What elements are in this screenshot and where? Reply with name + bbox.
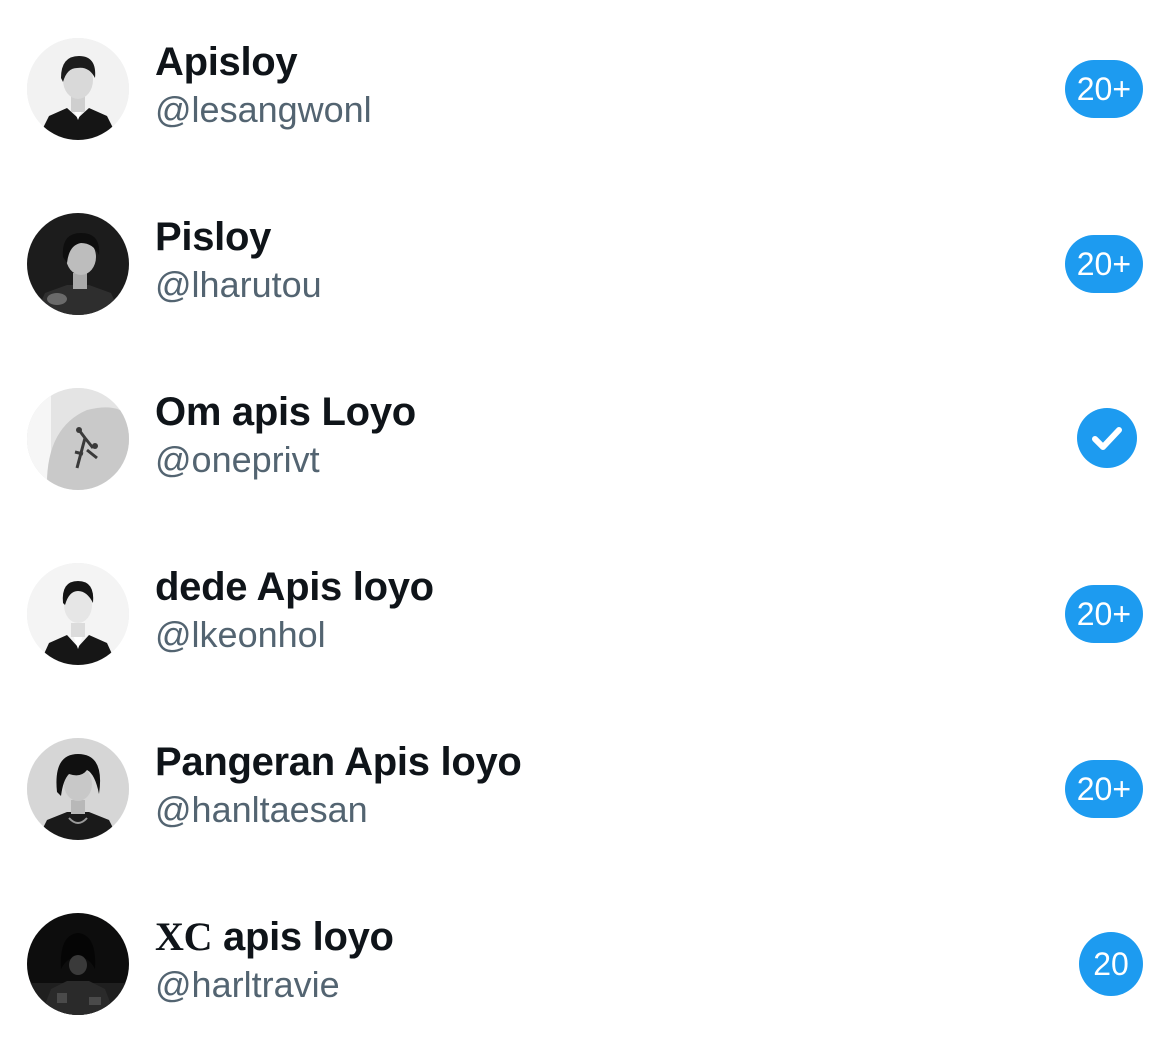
avatar[interactable] [27,738,129,840]
avatar[interactable] [27,563,129,665]
display-name: Om apis Loyo [155,390,416,434]
display-name: Pangeran Apis loyo [155,740,522,784]
profile-photo-icon [27,913,129,1015]
avatar[interactable] [27,38,129,140]
display-name-text: apis loyo [223,915,394,959]
count-badge: 20+ [1064,760,1143,818]
profile-photo-icon [27,738,129,840]
account-row[interactable]: Pangeran Apis loyo @hanltaesan 20+ [0,700,1169,875]
display-name-prefix: XC [155,914,213,959]
username-handle: @lharutou [155,264,322,305]
count-badge: 20+ [1064,585,1143,643]
profile-photo-icon [27,563,129,665]
checkmark-icon [1092,427,1122,450]
avatar[interactable] [27,213,129,315]
account-row[interactable]: Apisloy @lesangwonl 20+ [0,0,1169,175]
profile-photo-icon [27,38,129,140]
username-handle: @lkeonhol [155,614,326,655]
account-row[interactable]: XC apis loyo @harltravie 20 [0,875,1169,1050]
selected-check-icon [1077,408,1137,468]
display-name: Apisloy [155,40,298,84]
account-row[interactable]: dede Apis loyo @lkeonhol 20+ [0,525,1169,700]
display-name: XC apis loyo [155,913,394,961]
count-badge: 20+ [1064,60,1143,118]
username-handle: @lesangwonl [155,89,372,130]
account-row[interactable]: Pisloy @lharutou 20+ [0,175,1169,350]
account-row[interactable]: Om apis Loyo @oneprivt [0,350,1169,525]
display-name: Pisloy [155,215,272,259]
count-badge: 20+ [1064,235,1143,293]
count-badge: 20 [1079,932,1143,996]
display-name: dede Apis loyo [155,565,434,609]
username-handle: @harltravie [155,964,340,1005]
username-handle: @hanltaesan [155,789,368,830]
username-handle: @oneprivt [155,439,320,480]
avatar[interactable] [27,913,129,1015]
profile-photo-icon [27,388,129,490]
avatar[interactable] [27,388,129,490]
profile-photo-icon [27,213,129,315]
